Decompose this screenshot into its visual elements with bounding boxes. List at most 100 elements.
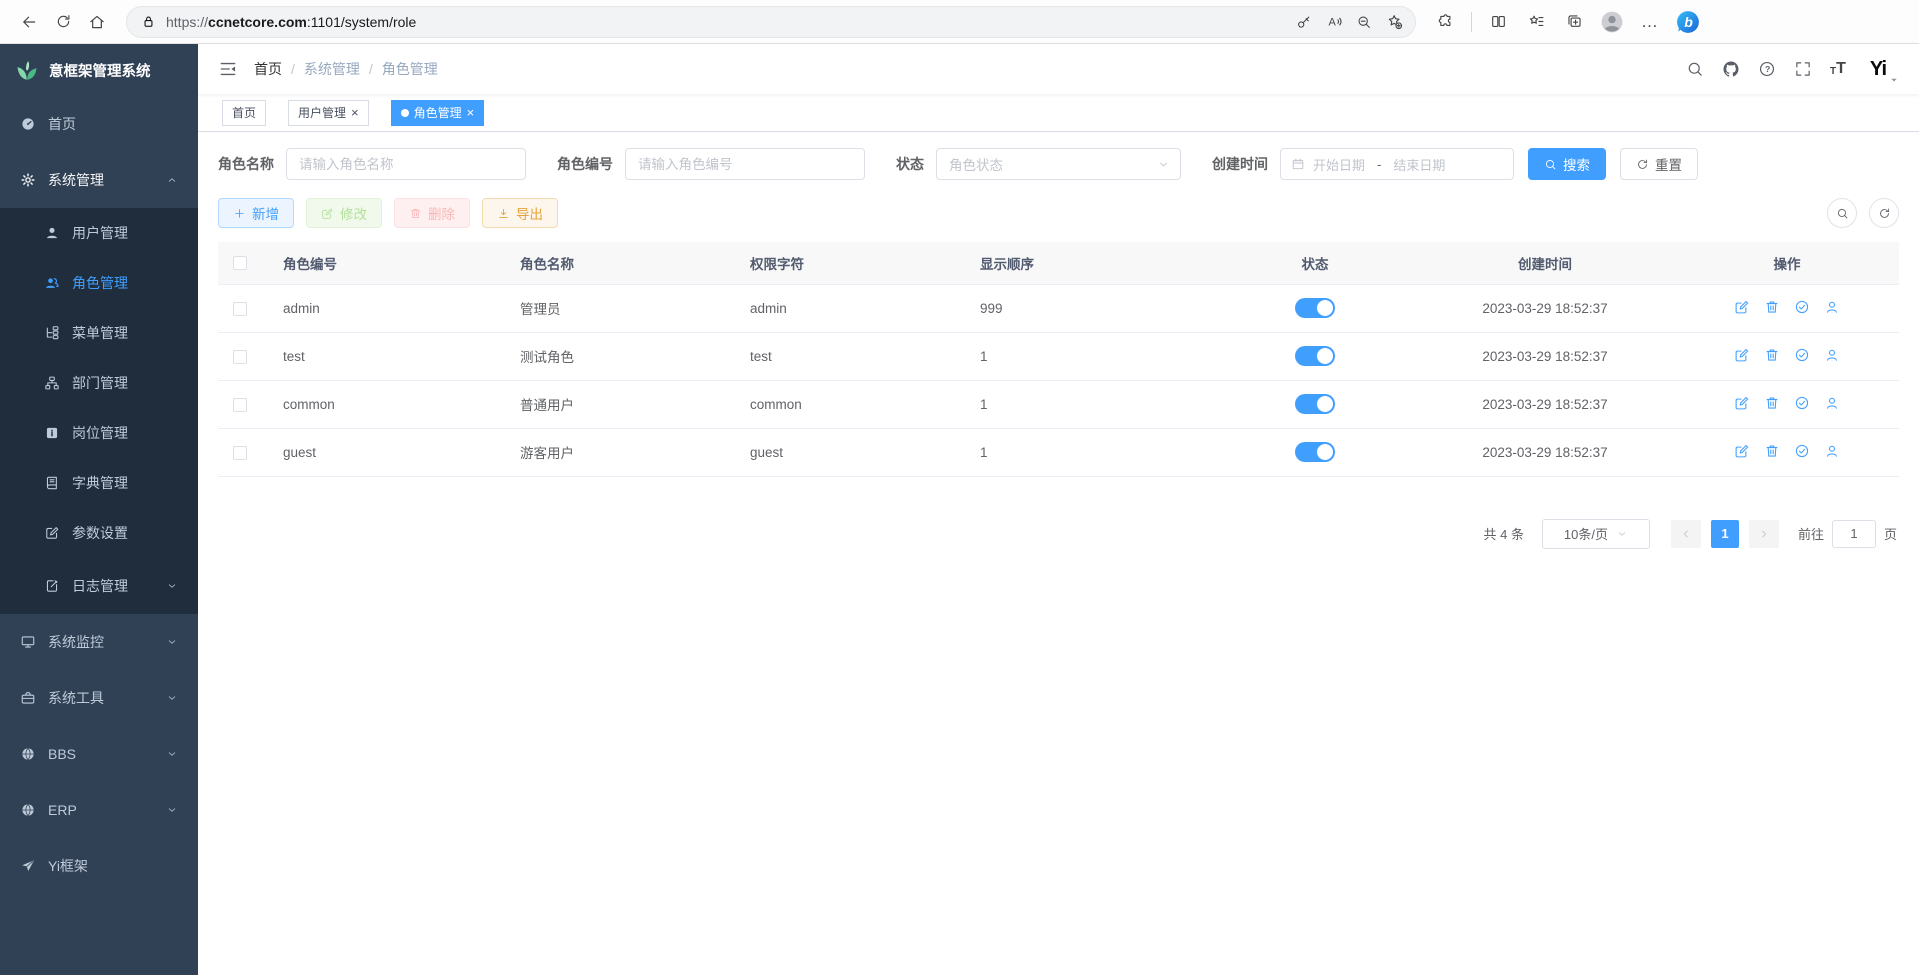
page-number-1[interactable]: 1 (1711, 520, 1739, 548)
delete-button[interactable]: 删除 (394, 198, 470, 228)
goto-page-input[interactable] (1832, 520, 1876, 548)
sidebar-item-dict-management[interactable]: 字典管理 (0, 458, 198, 508)
row-checkbox[interactable] (233, 302, 247, 316)
row-datascope-button[interactable] (1794, 395, 1810, 411)
chevron-right-icon (1758, 528, 1770, 540)
tab-close-icon[interactable]: × (351, 106, 359, 119)
sidebar-item-home[interactable]: 首页 (0, 96, 198, 152)
sidebar-item-system-monitor[interactable]: 系统监控 (0, 614, 198, 670)
breadcrumb-home[interactable]: 首页 (254, 59, 282, 79)
date-range-picker[interactable]: 开始日期 - 结束日期 (1280, 148, 1514, 180)
sidebar-item-menu-management[interactable]: 菜单管理 (0, 308, 198, 358)
extensions-button[interactable] (1428, 5, 1462, 39)
profile-button[interactable] (1595, 5, 1629, 39)
sidebar-item-user-management[interactable]: 用户管理 (0, 208, 198, 258)
row-assign-user-button[interactable] (1824, 299, 1840, 315)
cell-order: 1 (965, 380, 1215, 428)
header-search-icon[interactable] (1686, 60, 1704, 78)
row-edit-button[interactable] (1734, 443, 1750, 459)
row-checkbox[interactable] (233, 446, 247, 460)
page-unit-label: 页 (1884, 524, 1897, 543)
sidebar-item-post-management[interactable]: 岗位管理 (0, 408, 198, 458)
sidebar-item-system-tools[interactable]: 系统工具 (0, 670, 198, 726)
row-edit-button[interactable] (1734, 347, 1750, 363)
sidebar-item-yi-framework[interactable]: Yi框架 (0, 838, 198, 894)
add-button[interactable]: 新增 (218, 198, 294, 228)
sidebar-item-system-management[interactable]: 系统管理 (0, 152, 198, 208)
font-size-icon[interactable]: TT (1830, 61, 1846, 77)
table-tools (1827, 198, 1899, 228)
tree-list-icon (44, 325, 60, 341)
sidebar-item-label: ERP (48, 802, 77, 818)
tab-close-icon[interactable]: × (467, 106, 475, 119)
show-search-button[interactable] (1827, 198, 1857, 228)
fullscreen-icon[interactable] (1794, 60, 1812, 78)
sidebar-item-role-management[interactable]: 角色管理 (0, 258, 198, 308)
select-all-checkbox[interactable] (233, 256, 247, 270)
browser-refresh-button[interactable] (46, 5, 80, 39)
export-button[interactable]: 导出 (482, 198, 558, 228)
help-icon[interactable] (1758, 60, 1776, 78)
browser-menu-button[interactable]: … (1633, 5, 1667, 39)
row-datascope-button[interactable] (1794, 443, 1810, 459)
sidebar-item-bbs[interactable]: BBS (0, 726, 198, 782)
row-datascope-button[interactable] (1794, 347, 1810, 363)
col-perm-string: 权限字符 (735, 242, 965, 284)
reset-button[interactable]: 重置 (1620, 148, 1698, 180)
row-checkbox[interactable] (233, 350, 247, 364)
col-role-name: 角色名称 (505, 242, 735, 284)
role-name-input[interactable] (286, 148, 526, 180)
status-toggle[interactable] (1295, 394, 1335, 414)
refresh-table-button[interactable] (1869, 198, 1899, 228)
row-assign-user-button[interactable] (1824, 395, 1840, 411)
read-aloud-button[interactable] (1319, 7, 1349, 37)
modify-button[interactable]: 修改 (306, 198, 382, 228)
browser-home-button[interactable] (80, 5, 114, 39)
sidebar-item-parameter-settings[interactable]: 参数设置 (0, 508, 198, 558)
favorites-button[interactable] (1519, 5, 1553, 39)
sidebar-collapse-icon[interactable] (218, 59, 238, 79)
row-delete-button[interactable] (1764, 299, 1780, 315)
browser-back-button[interactable] (12, 5, 46, 39)
row-delete-button[interactable] (1764, 395, 1780, 411)
zoom-out-button[interactable] (1349, 7, 1379, 37)
row-assign-user-button[interactable] (1824, 347, 1840, 363)
tab-user-management[interactable]: 用户管理 × (288, 100, 369, 126)
address-bar[interactable]: https://ccnetcore.com:1101/system/role (126, 6, 1416, 38)
row-edit-button[interactable] (1734, 395, 1750, 411)
row-assign-user-button[interactable] (1824, 443, 1840, 459)
chevron-up-icon (166, 174, 178, 186)
add-favorite-button[interactable] (1379, 7, 1409, 37)
password-key-button[interactable] (1289, 7, 1319, 37)
row-datascope-button[interactable] (1794, 299, 1810, 315)
sidebar-item-department-management[interactable]: 部门管理 (0, 358, 198, 408)
row-delete-button[interactable] (1764, 347, 1780, 363)
page-size-select[interactable]: 10条/页 (1542, 519, 1650, 549)
copilot-button[interactable] (1671, 5, 1705, 39)
sidebar-item-log-management[interactable]: 日志管理 (0, 558, 198, 614)
status-toggle[interactable] (1295, 298, 1335, 318)
github-icon[interactable] (1722, 60, 1740, 78)
col-created: 创建时间 (1415, 242, 1675, 284)
collections-button[interactable] (1557, 5, 1591, 39)
prev-page-button[interactable] (1671, 520, 1701, 548)
split-screen-button[interactable] (1481, 5, 1515, 39)
role-code-input[interactable] (625, 148, 865, 180)
row-edit-button[interactable] (1734, 299, 1750, 315)
status-toggle[interactable] (1295, 346, 1335, 366)
row-delete-button[interactable] (1764, 443, 1780, 459)
app-logo[interactable]: 意框架管理系统 (0, 44, 198, 96)
sidebar-item-label: 首页 (48, 114, 76, 134)
cell-role-name: 测试角色 (505, 332, 735, 380)
status-toggle[interactable] (1295, 442, 1335, 462)
sidebar-item-erp[interactable]: ERP (0, 782, 198, 838)
table-row: test 测试角色 test 1 2023-03-29 18:52:37 (218, 332, 1899, 380)
row-checkbox[interactable] (233, 398, 247, 412)
tab-home[interactable]: 首页 (222, 100, 266, 126)
status-select[interactable]: 角色状态 (936, 148, 1181, 180)
user-avatar-menu[interactable]: Yi (1870, 59, 1899, 79)
next-page-button[interactable] (1749, 520, 1779, 548)
cell-role-name: 普通用户 (505, 380, 735, 428)
tab-role-management[interactable]: 角色管理 × (391, 100, 485, 126)
search-button[interactable]: 搜索 (1528, 148, 1606, 180)
